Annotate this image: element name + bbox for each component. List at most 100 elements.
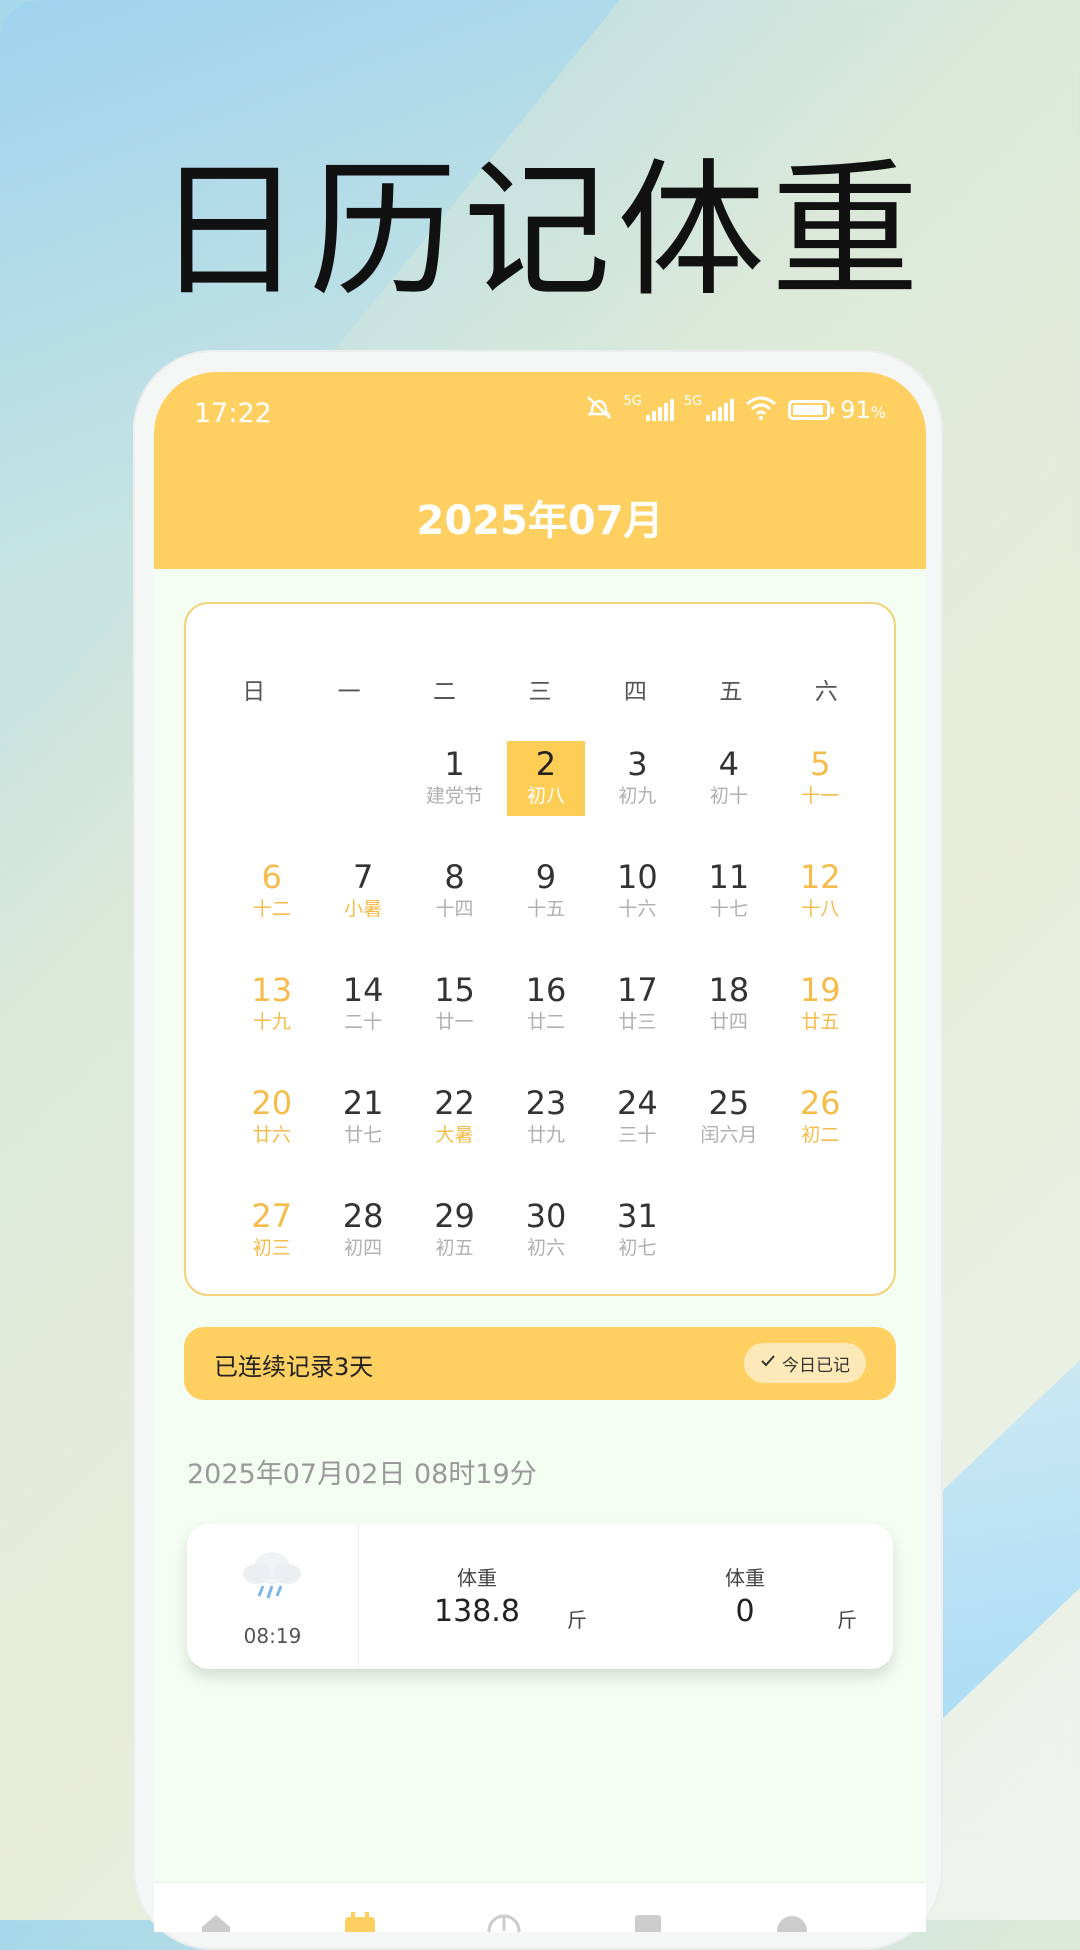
lunar-date: 大暑 — [435, 1124, 474, 1146]
day-number: 28 — [342, 1197, 384, 1235]
lunar-date: 廿一 — [435, 1011, 474, 1033]
lunar-date: 初八 — [526, 785, 565, 807]
network-type: 5G — [623, 394, 642, 409]
lunar-date: 廿四 — [709, 1011, 748, 1033]
signal-icon — [645, 399, 674, 421]
weekday-label: 六 — [814, 679, 838, 705]
lunar-date: 初九 — [618, 785, 657, 807]
calendar-empty-cell — [775, 1196, 866, 1309]
calendar-day[interactable]: 12 十八 — [775, 857, 866, 970]
status-time: 17:22 — [194, 398, 272, 429]
calendar-day[interactable]: 11 十七 — [683, 857, 774, 970]
lunar-date: 闰六月 — [700, 1124, 758, 1146]
metric-unit: 斤 — [567, 1608, 587, 1632]
calendar-day[interactable]: 19 廿五 — [775, 970, 866, 1083]
bottom-nav — [154, 1882, 926, 1932]
weather-section: 08:19 — [187, 1524, 359, 1669]
calendar-day[interactable]: 16 廿二 — [500, 970, 591, 1083]
weekday-header: 日 一 二 三 四 五 六 — [186, 672, 894, 706]
day-number: 31 — [617, 1197, 658, 1235]
calendar-day[interactable]: 13 十九 — [226, 970, 317, 1083]
record-datetime: 2025年07月02日 08时19分 — [187, 1459, 537, 1490]
day-number: 10 — [617, 858, 658, 896]
calendar-day[interactable]: 5 十一 — [775, 744, 866, 857]
day-number: 8 — [444, 858, 465, 896]
calendar-day[interactable]: 4 初十 — [683, 744, 774, 857]
day-number: 24 — [617, 1084, 658, 1122]
home-icon[interactable] — [198, 1909, 234, 1932]
weight-metric: 体重 138.8 斤 — [397, 1524, 587, 1669]
notes-icon[interactable] — [630, 1909, 666, 1932]
calendar-day[interactable]: 8 十四 — [409, 857, 500, 970]
wifi-icon — [744, 394, 778, 426]
check-icon — [760, 1353, 776, 1373]
stats-icon[interactable] — [486, 1909, 522, 1932]
calendar-day[interactable]: 24 三十 — [592, 1083, 683, 1196]
calendar-day[interactable]: 1 建党节 — [409, 744, 500, 857]
lunar-date: 初二 — [801, 1124, 840, 1146]
day-number: 15 — [434, 971, 475, 1009]
calendar-icon[interactable] — [342, 1909, 378, 1932]
day-number: 6 — [261, 858, 282, 896]
day-number: 3 — [627, 745, 648, 783]
phone-screen: 17:22 5G 5G 91% 2025年07月 日 一 二 三 四 五 六 1… — [154, 372, 926, 1932]
day-number: 17 — [617, 971, 658, 1009]
calendar-day[interactable]: 18 廿四 — [683, 970, 774, 1083]
metric-value: 138.8 — [434, 1594, 520, 1629]
record-time: 08:19 — [243, 1624, 302, 1648]
day-number: 26 — [799, 1084, 841, 1122]
calendar-day[interactable]: 3 初九 — [592, 744, 683, 857]
weekday-label: 五 — [719, 679, 743, 705]
calendar-day[interactable]: 29 初五 — [409, 1196, 500, 1309]
day-number: 9 — [535, 858, 557, 896]
day-number: 30 — [525, 1197, 567, 1235]
calendar-day[interactable]: 30 初六 — [500, 1196, 591, 1309]
day-number: 18 — [708, 971, 750, 1009]
calendar-day[interactable]: 21 廿七 — [317, 1083, 408, 1196]
lunar-date: 廿九 — [526, 1124, 565, 1146]
page-headline: 日历记体重 — [155, 145, 925, 317]
calendar-day[interactable]: 23 廿九 — [500, 1083, 591, 1196]
day-number: 22 — [434, 1084, 475, 1122]
weekday-label: 三 — [528, 679, 552, 705]
lunar-date: 廿三 — [618, 1011, 657, 1033]
calendar-day[interactable]: 7 小暑 — [317, 857, 408, 970]
day-number: 27 — [251, 1197, 293, 1235]
calendar-week: 13 十九 14 二十 15 廿一 16 廿二 17 廿三 18 廿四 19 廿五 — [226, 970, 866, 1083]
calendar-card: 日 一 二 三 四 五 六 1 建党节 2 初八 3 初九 4 初十 5 十一 6 十二 7 小暑 8 十四 9… — [184, 602, 896, 1296]
day-number: 7 — [352, 858, 374, 896]
month-title[interactable]: 2025年07月 — [154, 488, 926, 546]
calendar-day[interactable]: 6 十二 — [226, 857, 317, 970]
calendar-day[interactable]: 27 初三 — [226, 1196, 317, 1309]
profile-icon[interactable] — [774, 1909, 810, 1932]
day-number: 12 — [799, 858, 841, 896]
calendar-day[interactable]: 22 大暑 — [409, 1083, 500, 1196]
calendar-day[interactable]: 10 十六 — [592, 857, 683, 970]
calendar-day[interactable]: 15 廿一 — [409, 970, 500, 1083]
metric-value: 0 — [735, 1594, 755, 1629]
calendar-day[interactable]: 9 十五 — [500, 857, 591, 970]
lunar-date: 十七 — [709, 898, 748, 920]
lunar-date: 廿二 — [526, 1011, 565, 1033]
today-recorded-badge[interactable]: 今日已记 — [744, 1343, 866, 1383]
calendar-day[interactable]: 26 初二 — [775, 1083, 866, 1196]
lunar-date: 十一 — [801, 785, 840, 807]
day-number: 11 — [708, 858, 750, 896]
calendar-week: 6 十二 7 小暑 8 十四 9 十五 10 十六 11 十七 12 十八 — [226, 857, 866, 970]
calendar-day[interactable]: 17 廿三 — [592, 970, 683, 1083]
background-shape — [920, 1360, 1080, 1740]
calendar-week: 1 建党节 2 初八 3 初九 4 初十 5 十一 — [226, 741, 866, 857]
calendar-empty-cell — [683, 1196, 774, 1309]
calendar-day[interactable]: 20 廿六 — [226, 1083, 317, 1196]
signal-icon — [706, 399, 735, 421]
calendar-day[interactable]: 2 初八 — [500, 741, 591, 857]
lunar-date: 十六 — [618, 898, 657, 920]
day-number: 19 — [799, 971, 841, 1009]
calendar-day[interactable]: 25 闰六月 — [683, 1083, 774, 1196]
calendar-day[interactable]: 14 二十 — [317, 970, 408, 1083]
lunar-date: 初五 — [435, 1237, 474, 1259]
lunar-date: 初六 — [526, 1237, 565, 1259]
calendar-day[interactable]: 31 初七 — [592, 1196, 683, 1309]
calendar-day[interactable]: 28 初四 — [317, 1196, 408, 1309]
record-card[interactable]: 08:19 体重 138.8 斤 体重 0 斤 — [187, 1524, 893, 1669]
